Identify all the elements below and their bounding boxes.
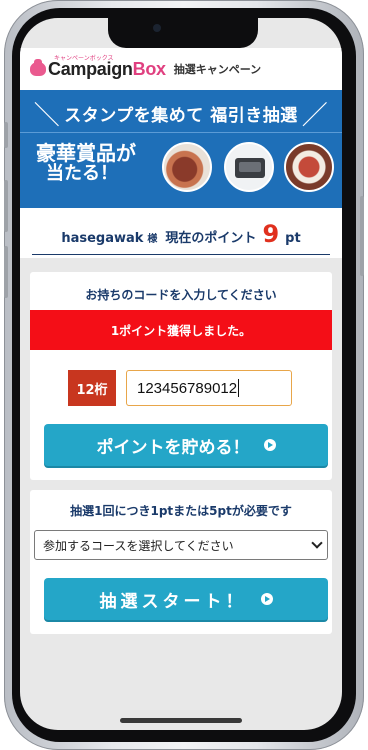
code-entry-title: お持ちのコードを入力してください	[85, 288, 277, 302]
play-circle-icon	[260, 593, 273, 605]
save-points-label: ポイントを貯める！	[96, 437, 250, 458]
site-header: キャンペーンボックス CampaignBox 抽選キャンペーン	[20, 48, 342, 90]
banner-slash-right: ／	[301, 100, 329, 131]
banner-prize-text: 豪華賞品が 当たる！	[36, 142, 136, 184]
banner-slash-left: ＼	[33, 100, 61, 131]
volume-up-button	[4, 180, 8, 232]
logo-kana: キャンペーンボックス	[54, 54, 114, 62]
logo-text: CampaignBox	[48, 59, 166, 80]
chevron-down-icon	[311, 537, 323, 549]
points-underline	[32, 254, 330, 255]
save-points-button[interactable]: ポイントを貯める！	[44, 424, 328, 466]
honorific: 様	[147, 234, 158, 245]
lottery-title: 抽選1回につき1ptまたは5ptが必要です	[70, 504, 292, 518]
play-circle-icon	[263, 439, 276, 451]
text-caret	[238, 379, 240, 397]
banner-prize-line1: 豪華賞品が	[36, 141, 136, 165]
points-value: 9	[262, 220, 280, 248]
code-entry-card: お持ちのコードを入力してください 1ポイント獲得しました。 12桁 123456…	[30, 272, 332, 480]
logo-box-word: Box	[132, 58, 166, 79]
lottery-card: 抽選1回につき1ptまたは5ptが必要です 参加するコースを選択してください 抽…	[30, 490, 332, 634]
course-select-value: 参加するコースを選択してください	[43, 538, 234, 553]
points-unit: pt	[285, 231, 301, 246]
code-input[interactable]: 123456789012	[126, 370, 292, 406]
logo-main: Campaign	[48, 58, 133, 79]
code-row: 12桁 123456789012	[68, 370, 292, 406]
prize-steak-image	[162, 142, 212, 192]
notch	[108, 18, 258, 48]
campaign-banner: ＼ スタンプを集めて 福引き抽選 ／ 豪華賞品が 当たる！	[20, 90, 342, 208]
logo-pig-icon	[30, 59, 46, 76]
course-select[interactable]: 参加するコースを選択してください	[34, 530, 328, 560]
toaster-icon	[235, 158, 265, 178]
code-input-value: 123456789012	[137, 379, 238, 397]
power-button	[360, 196, 364, 276]
success-alert: 1ポイント獲得しました。	[30, 310, 332, 350]
lottery-start-button[interactable]: 抽選スタート！	[44, 578, 328, 620]
home-indicator[interactable]	[120, 718, 242, 723]
banner-headline-text: スタンプを集めて 福引き抽選	[64, 105, 298, 126]
points-summary: hasegawak 様 現在のポイント 9 pt	[20, 208, 342, 258]
points-label: 現在のポイント	[165, 231, 257, 246]
username: hasegawak	[61, 231, 144, 246]
campaignbox-logo[interactable]: キャンペーンボックス CampaignBox	[30, 55, 166, 80]
camera-icon	[153, 24, 161, 32]
header-subtitle: 抽選キャンペーン	[173, 63, 262, 76]
prize-toaster-image	[224, 142, 274, 192]
digits-badge: 12桁	[68, 370, 116, 406]
prize-dish-image	[284, 142, 334, 192]
screen: キャンペーンボックス CampaignBox 抽選キャンペーン ＼ スタンプを集…	[20, 18, 342, 730]
banner-prize-line2: 当たる！	[46, 163, 118, 184]
volume-down-button	[4, 246, 8, 298]
mute-switch	[4, 122, 8, 148]
lottery-start-label: 抽選スタート！	[99, 591, 247, 612]
banner-divider	[20, 132, 342, 133]
banner-headline: ＼ スタンプを集めて 福引き抽選 ／	[20, 96, 342, 131]
